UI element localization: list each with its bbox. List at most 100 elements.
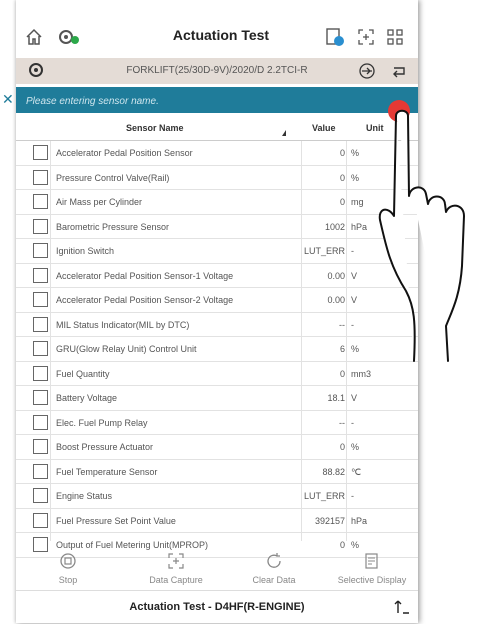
sensor-value: 0 [339,148,345,158]
data-capture-icon [136,552,216,572]
hand-pointer-icon [378,109,465,362]
sensor-unit: - [351,319,354,330]
tablet-screen: Actuation Test FORKLIFT(25/30D-9V)/2020/… [2,0,418,624]
data-capture-label: Data Capture [149,575,203,585]
sensor-unit: hPa [351,221,368,232]
table-row[interactable]: Boost Pressure Actuator 0% [16,435,418,460]
sensor-unit: mg [351,197,364,207]
row-checkbox[interactable] [33,243,48,258]
home-icon[interactable] [24,23,44,51]
sensor-search-bar: ✕ [2,87,418,113]
sensor-unit: % [351,172,360,183]
row-checkbox[interactable] [33,316,48,332]
row-checkbox[interactable] [33,218,48,234]
table-row[interactable]: Pressure Control Valve(Rail) 0% [16,166,418,190]
table-row[interactable]: Ignition Switch LUT_ERR - [16,239,418,264]
row-checkbox[interactable] [33,267,48,283]
table-row[interactable]: Elec. Fuel Pump Relay -- - [16,411,418,435]
table-row[interactable]: Accelerator Pedal Position Sensor 0% [16,141,418,166]
table-row[interactable]: Engine Status LUT_ERR - [16,484,418,509]
table-row[interactable]: Air Mass per Cylinder 0 mg [16,190,418,215]
sensor-unit: ℃ [351,466,362,477]
sensor-unit: hPa [351,515,368,526]
grid-icon[interactable] [386,23,404,51]
data-capture-button[interactable]: Data Capture [136,552,216,585]
table-row[interactable]: GRU(Glow Relay Unit) Control Unit 6% [16,337,418,362]
battery-plug-icon[interactable] [358,62,376,83]
table-row[interactable]: MIL Status Indicator(MIL by DTC) -- - [16,313,418,337]
capture-icon[interactable] [356,23,376,51]
sensor-unit: % [351,344,360,354]
sensor-value: -- [339,417,345,428]
page-title: Actuation Test [172,27,270,43]
clear-data-icon [244,552,304,572]
sensor-name: Accelerator Pedal Position Sensor-2 Volt… [56,295,234,305]
bottom-toolbar: Stop Data Capture Clear Data Selective D… [16,550,418,590]
row-checkbox[interactable] [33,365,48,381]
sensor-name: Fuel Quantity [56,368,110,379]
stop-button[interactable]: Stop [48,552,88,585]
return-icon[interactable] [390,62,408,83]
sensor-name: Pressure Control Valve(Rail) [56,172,170,183]
sensor-name: Accelerator Pedal Position Sensor-1 Volt… [56,270,234,281]
selective-display-icon [330,552,414,572]
table-row[interactable]: Accelerator Pedal Position Sensor-1 Volt… [16,264,418,288]
footer-bar: Actuation Test - D4HF(R-ENGINE) [16,590,418,624]
selective-display-button[interactable]: Selective Display [330,552,414,585]
table-row[interactable]: Fuel Quantity 0 mm3 [16,362,418,386]
sensor-value: LUT_ERR [303,246,345,256]
row-checkbox[interactable] [33,463,48,479]
row-checkbox[interactable] [33,145,48,160]
sensor-value: 392157 [314,515,345,526]
row-checkbox[interactable] [33,488,48,503]
row-checkbox[interactable] [33,169,48,185]
sensor-unit: % [351,540,360,550]
top-bar: Actuation Test [16,17,418,57]
stop-label: Stop [58,575,78,585]
sensor-value: 0.00 [327,270,345,281]
sensor-name: Fuel Pressure Set Point Value [56,515,176,526]
row-checkbox[interactable] [33,390,48,405]
sensor-value: 0 [339,172,345,183]
row-checkbox[interactable] [33,414,48,430]
sensor-value: 1002 [324,221,345,232]
table-row[interactable]: Accelerator Pedal Position Sensor-2 Volt… [16,288,418,313]
sensor-unit: - [351,491,354,501]
row-checkbox[interactable] [33,439,48,454]
table-row[interactable]: Barometric Pressure Sensor 1002 hPa [16,215,418,239]
table-row[interactable]: Fuel Pressure Set Point Value 392157 hPa [16,509,418,533]
sensor-name: Output of Fuel Metering Unit(MPROP) [56,540,209,550]
row-checkbox[interactable] [33,292,48,307]
row-checkbox[interactable] [33,194,48,209]
sensor-unit: - [351,246,354,256]
close-search-icon[interactable]: ✕ [2,91,14,108]
row-checkbox[interactable] [33,341,48,356]
col-value: Value [312,123,336,133]
sensor-name: MIL Status Indicator(MIL by DTC) [56,319,190,330]
sensor-name: Air Mass per Cylinder [56,197,143,207]
sensor-value: 6 [339,344,345,354]
sensor-name: Fuel Temperature Sensor [56,466,158,477]
vehicle-info-bar: FORKLIFT(25/30D-9V)/2020/D 2.2TCI-R [16,58,418,84]
sensor-value: -- [339,319,345,330]
sensor-unit: % [351,442,360,452]
clear-data-label: Clear Data [252,575,296,585]
footer-title: Actuation Test - D4HF(R-ENGINE) [129,601,305,613]
sensor-name: Elec. Fuel Pump Relay [56,417,148,428]
exit-icon[interactable] [394,599,410,620]
sensor-value: 0.00 [327,295,345,305]
sensor-name: Barometric Pressure Sensor [56,221,170,232]
vci-icon[interactable] [56,23,82,51]
clear-data-button[interactable]: Clear Data [244,552,304,585]
table-row[interactable]: Fuel Temperature Sensor 88.82 ℃ [16,460,418,484]
col-sensor-name[interactable]: Sensor Name [126,123,184,133]
sensor-value: 0 [339,368,345,379]
selective-display-label: Selective Display [337,575,407,585]
sensor-search-input[interactable] [24,91,358,111]
sensor-unit: V [351,270,358,281]
sensor-unit: % [351,148,360,158]
table-row[interactable]: Battery Voltage 18.1 V [16,386,418,411]
report-icon[interactable] [324,23,346,51]
row-checkbox[interactable] [33,512,48,528]
table-header: Sensor Name Value Unit [16,116,418,141]
